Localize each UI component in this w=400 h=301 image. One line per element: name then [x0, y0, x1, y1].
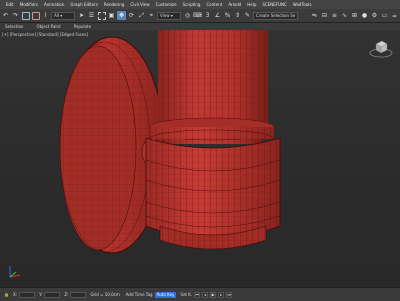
add-time-tag-button[interactable]: Add Time Tag — [126, 292, 153, 297]
y-coord-field[interactable] — [44, 291, 61, 298]
percent-snap-icon[interactable]: % — [223, 11, 232, 20]
previous-frame-icon[interactable]: ◂ — [202, 291, 209, 298]
x-coord-field[interactable] — [19, 291, 36, 298]
undo-icon[interactable]: ↶ — [1, 11, 10, 20]
viewcube-icon[interactable] — [368, 36, 394, 62]
x-coord-label: X: — [12, 292, 18, 297]
select-object-icon[interactable]: ➤ — [77, 11, 86, 20]
material-editor-icon[interactable]: ● — [360, 11, 369, 20]
render-production-icon[interactable]: ☕ — [390, 11, 399, 20]
menu-help[interactable]: Help — [247, 2, 256, 7]
menu-rendering[interactable]: Rendering — [104, 2, 124, 7]
rendered-frame-window-icon[interactable]: ▭ — [380, 11, 389, 20]
menu-graph-editors[interactable]: Graph Editors — [70, 2, 97, 7]
rect-selection-icon[interactable] — [97, 11, 106, 20]
y-coord-label: Y: — [39, 292, 43, 297]
menu-animation[interactable]: Animation — [44, 2, 64, 7]
tab-selection[interactable]: Selection — [5, 24, 23, 29]
edit-named-selection-icon[interactable]: ✎ — [243, 11, 252, 20]
bind-spacewarp-icon[interactable]: ⌇ — [41, 11, 50, 20]
named-selection-set-dropdown[interactable]: Create Selection Se — [253, 11, 299, 20]
z-coord-label: Z: — [64, 292, 69, 297]
render-setup-icon[interactable]: ⚙ — [370, 11, 379, 20]
world-axis-icon — [9, 266, 21, 278]
menu-waittools[interactable]: WaitTools — [293, 2, 312, 7]
reference-coordinate-dropdown[interactable]: View ▾ — [157, 11, 181, 20]
status-bar: 🔒 X: Y: Z: Grid = 10,0cm Add Time Tag Au… — [0, 287, 400, 301]
z-coord-field[interactable] — [70, 291, 87, 298]
perspective-viewport[interactable]: [+] [Perspective] [Standard] [Edged Face… — [0, 30, 400, 287]
layer-explorer-icon[interactable]: ≡ — [330, 11, 339, 20]
main-toolbar: ↶ ↷ ⌇ All ▾ ➤ ☰ ▣ ✥ ⟳ ⤢ ⌖ View ▾ ◎ ⌨ 3 ∠… — [0, 9, 400, 23]
window-crossing-icon[interactable]: ▣ — [107, 11, 116, 20]
tab-object-paint[interactable]: Object Paint — [36, 24, 60, 29]
snap-toggle-icon[interactable]: 3 — [203, 11, 212, 20]
place-icon[interactable]: ⌖ — [147, 11, 156, 20]
menu-modifiers[interactable]: Modifiers — [20, 2, 38, 7]
mirror-icon[interactable]: ⇋ — [310, 11, 319, 20]
rotate-icon[interactable]: ⟳ — [127, 11, 136, 20]
menu-scenefunc[interactable]: SCENEFUNC — [262, 2, 286, 7]
redo-icon[interactable]: ↷ — [11, 11, 20, 20]
align-icon[interactable]: ⊟ — [320, 11, 329, 20]
menu-content[interactable]: Content — [206, 2, 222, 7]
selection-lock-icon[interactable]: 🔒 — [4, 292, 9, 297]
pivot-center-icon[interactable]: ◎ — [183, 11, 192, 20]
menu-civil-view[interactable]: Civil View — [130, 2, 149, 7]
menu-arnold[interactable]: Arnold — [228, 2, 241, 7]
set-key-button[interactable]: Set K. — [180, 292, 192, 297]
select-by-name-icon[interactable]: ☰ — [87, 11, 96, 20]
move-icon[interactable]: ✥ — [117, 11, 126, 20]
next-frame-icon[interactable]: ▸ — [218, 291, 225, 298]
schematic-view-icon[interactable]: ⊞ — [350, 11, 359, 20]
menu-edit[interactable]: Edit — [6, 2, 14, 7]
angle-snap-icon[interactable]: ∠ — [213, 11, 222, 20]
go-to-start-icon[interactable]: ⏮ — [194, 291, 201, 298]
3d-model-canvas — [59, 30, 281, 254]
link-icon[interactable] — [21, 11, 30, 20]
spinner-snap-icon[interactable]: ⇕ — [233, 11, 242, 20]
go-to-end-icon[interactable]: ⏭ — [226, 291, 233, 298]
menu-scripting[interactable]: Scripting — [183, 2, 201, 7]
selection-filter-dropdown[interactable]: All ▾ — [51, 11, 75, 20]
play-icon[interactable]: ▶ — [210, 291, 217, 298]
menu-customize[interactable]: Customize — [156, 2, 177, 7]
scale-icon[interactable]: ⤢ — [137, 11, 146, 20]
menu-bar: Edit Modifiers Animation Graph Editors R… — [0, 0, 400, 9]
tab-populate[interactable]: Populate — [74, 24, 91, 29]
keyboard-shortcut-override-icon[interactable]: ⌨ — [193, 11, 202, 20]
auto-key-button[interactable]: Auto Key — [154, 291, 177, 298]
lower-sleeve — [145, 137, 281, 250]
unlink-icon[interactable] — [31, 11, 40, 20]
curve-editor-icon[interactable]: ∿ — [340, 11, 349, 20]
grid-size: Grid = 10,0cm — [90, 292, 120, 297]
